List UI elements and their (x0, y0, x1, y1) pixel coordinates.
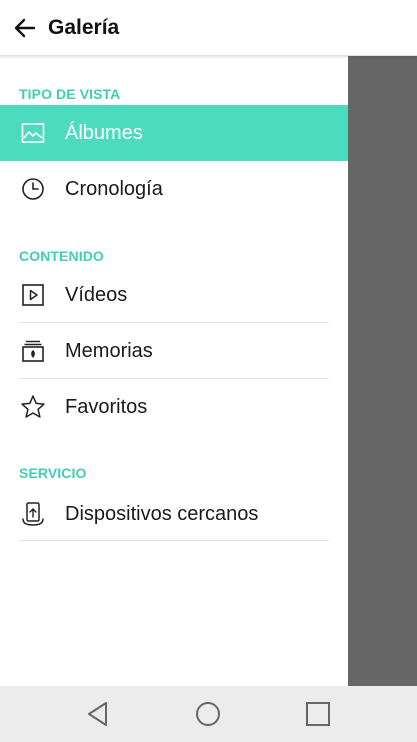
page-title: Galería (48, 15, 120, 39)
arrow-left-icon (14, 18, 36, 37)
drawer-item-timeline[interactable]: Cronología (0, 161, 348, 217)
drawer-scrim[interactable] (348, 56, 417, 686)
clock-icon (19, 175, 47, 203)
divider (19, 540, 329, 541)
drawer-item-nearby-devices[interactable]: Dispositivos cercanos (0, 486, 348, 542)
drawer-item-label: Memorias (65, 339, 153, 362)
nav-home-button[interactable] (178, 686, 238, 742)
navigation-drawer: TIPO DE VISTA Álbumes Cronología CONTENI… (0, 56, 348, 686)
nav-recents-button[interactable] (288, 686, 348, 742)
back-button[interactable] (0, 0, 50, 56)
system-navigation-bar (0, 686, 417, 742)
recents-square-icon (306, 702, 330, 726)
nav-back-button[interactable] (68, 686, 128, 742)
memories-icon (19, 337, 47, 365)
drawer-item-label: Vídeos (65, 283, 128, 306)
nearby-devices-icon (19, 500, 47, 528)
drawer-item-videos[interactable]: Vídeos (0, 267, 348, 323)
section-title-content: CONTENIDO (19, 248, 104, 264)
drawer-item-label: Cronología (65, 177, 163, 200)
image-icon (19, 119, 47, 147)
video-icon (19, 281, 47, 309)
drawer-item-label: Dispositivos cercanos (65, 502, 259, 525)
back-triangle-icon (88, 702, 107, 726)
drawer-item-favorites[interactable]: Favoritos (0, 379, 348, 435)
section-title-view-type: TIPO DE VISTA (19, 86, 121, 102)
drawer-item-label: Favoritos (65, 395, 148, 418)
star-icon (19, 393, 47, 421)
drawer-item-albums[interactable]: Álbumes (0, 105, 348, 161)
app-header: Galería (0, 0, 417, 56)
home-circle-icon (196, 702, 220, 726)
drawer-item-memories[interactable]: Memorias (0, 323, 348, 379)
section-title-service: SERVICIO (19, 465, 87, 481)
drawer-item-label: Álbumes (65, 121, 143, 144)
